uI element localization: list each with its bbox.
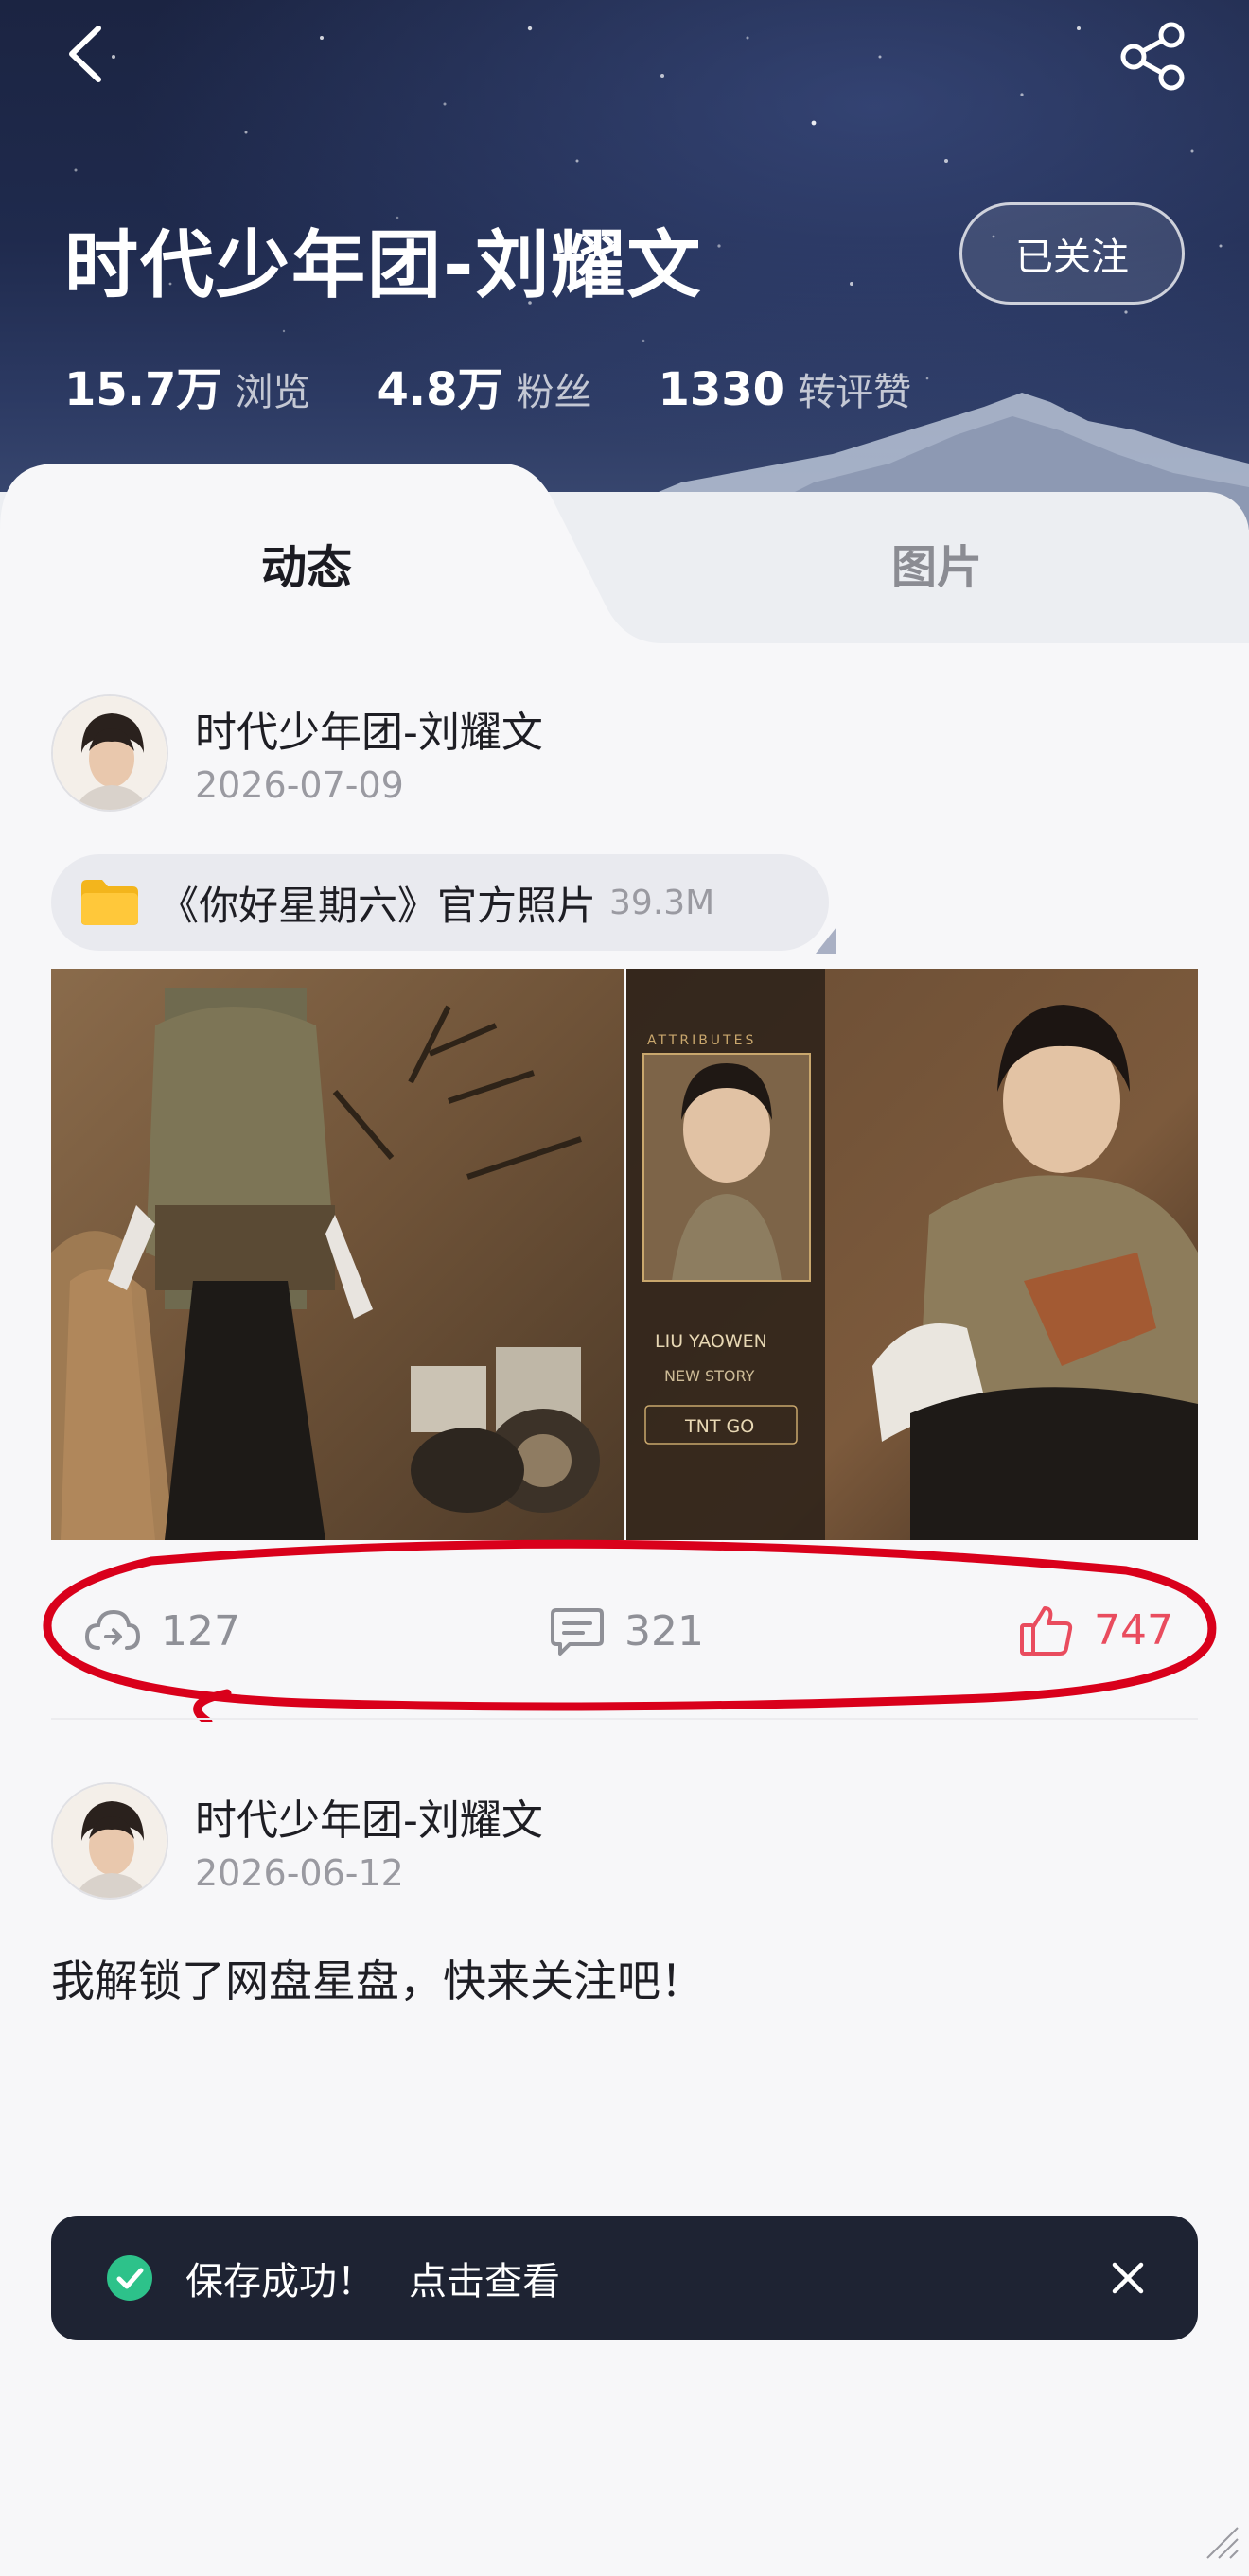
check-circle-icon — [107, 2255, 152, 2301]
post-date: 2026-07-09 — [195, 764, 404, 806]
stat-fans-label: 粉丝 — [516, 371, 592, 414]
cloud-share-icon — [84, 1609, 141, 1650]
avatar[interactable] — [51, 694, 168, 812]
post-text: 我解锁了网盘星盘，快来关注吧！ — [51, 1955, 704, 2006]
share-icon[interactable] — [1117, 21, 1192, 91]
stat-interactions: 1330 转评赞 — [658, 361, 911, 416]
comment-count: 321 — [624, 1606, 704, 1656]
file-size: 39.3M — [609, 883, 715, 922]
file-name: 《你好星期六》官方照片 — [159, 882, 597, 929]
post-photo-1[interactable] — [51, 969, 624, 1540]
photo-badge-text: TNT GO — [684, 1416, 754, 1437]
post-date: 2026-06-12 — [195, 1852, 404, 1894]
share-action[interactable]: 127 — [83, 1604, 240, 1657]
tab-photos[interactable]: 图片 — [891, 530, 982, 596]
pill-corner-decoration — [816, 927, 836, 954]
corner-decoration — [1206, 2527, 1239, 2559]
comment-icon — [551, 1608, 604, 1656]
like-action[interactable]: 747 — [1018, 1603, 1173, 1657]
folder-icon — [81, 880, 138, 925]
post-author[interactable]: 时代少年团-刘耀文 — [195, 1786, 543, 1847]
photo-name-text: LIU YAOWEN — [655, 1331, 767, 1352]
close-icon[interactable] — [1107, 2257, 1149, 2299]
profile-stats: 15.7万 浏览 4.8万 粉丝 1330 转评赞 — [64, 352, 977, 418]
save-success-toast[interactable]: 保存成功！ 点击查看 — [51, 2216, 1198, 2340]
stat-fans-value: 4.8万 — [377, 363, 503, 416]
back-arrow-icon[interactable] — [57, 21, 114, 87]
stat-interactions-label: 转评赞 — [798, 371, 912, 414]
toast-message: 保存成功！ — [185, 2260, 375, 2304]
post-author[interactable]: 时代少年团-刘耀文 — [195, 698, 543, 759]
post-photo-2[interactable]: ATTRIBUTES LIU YAOWEN NEW STORY TNT GO — [626, 969, 1198, 1540]
like-count: 747 — [1094, 1605, 1173, 1655]
avatar[interactable] — [51, 1782, 168, 1900]
toast-view-link[interactable]: 点击查看 — [409, 2251, 560, 2305]
comment-action[interactable]: 321 — [549, 1604, 704, 1657]
file-attachment[interactable]: 《你好星期六》官方照片 39.3M — [51, 854, 829, 951]
share-count: 127 — [161, 1606, 240, 1656]
tab-dynamics[interactable]: 动态 — [261, 530, 352, 596]
stat-interactions-value: 1330 — [658, 363, 785, 416]
stat-fans: 4.8万 粉丝 — [377, 352, 591, 418]
photo-story-text: NEW STORY — [664, 1367, 755, 1385]
post-divider — [51, 1718, 1198, 1720]
thumbs-up-icon — [1020, 1606, 1073, 1656]
stat-views-value: 15.7万 — [64, 363, 222, 416]
stat-views: 15.7万 浏览 — [64, 352, 310, 418]
stat-views-label: 浏览 — [235, 371, 311, 414]
page-title: 时代少年团-刘耀文 — [64, 223, 703, 308]
followed-button[interactable]: 已关注 — [959, 202, 1185, 305]
photo-attributes-text: ATTRIBUTES — [647, 1033, 756, 1048]
post-actions: 127 321 747 — [0, 1589, 1249, 1674]
